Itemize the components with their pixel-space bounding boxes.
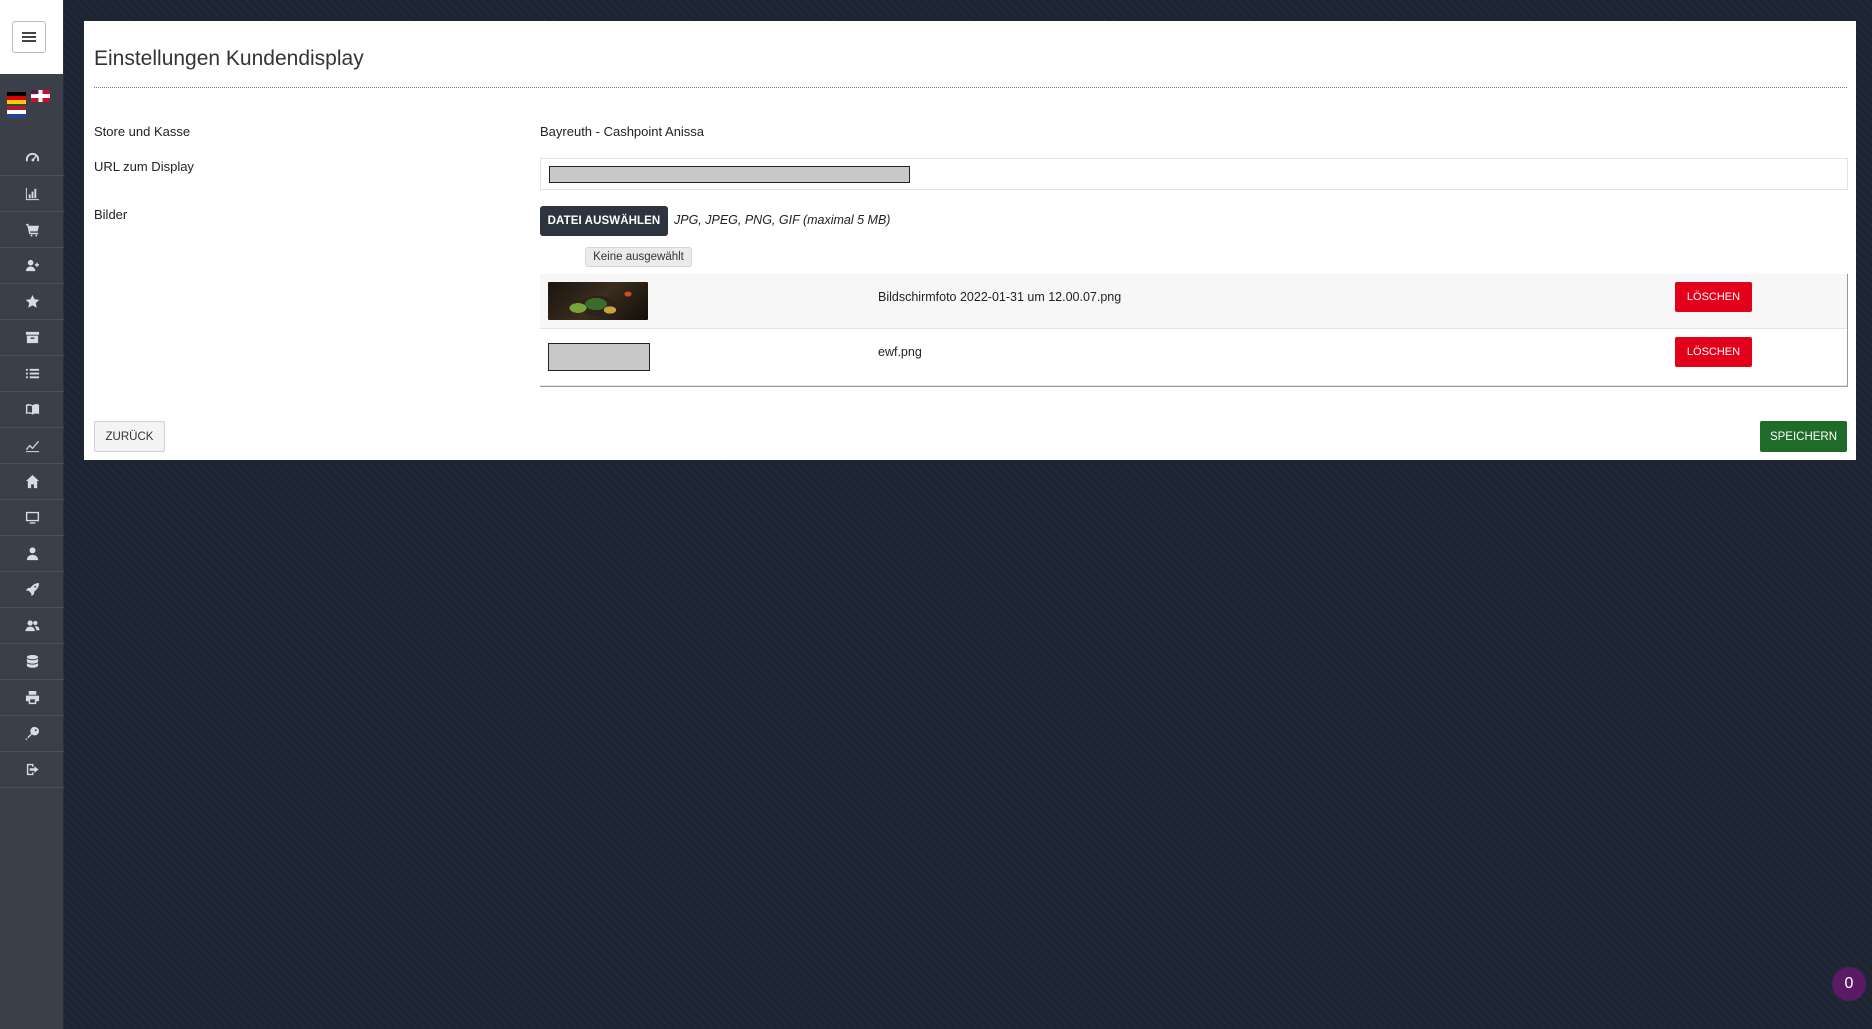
bar-chart-icon <box>25 187 39 201</box>
nav-trends[interactable] <box>0 428 64 464</box>
settings-panel: Einstellungen Kundendisplay Store und Ka… <box>84 21 1856 460</box>
printer-icon <box>25 690 39 705</box>
nav-statistics[interactable] <box>0 176 64 212</box>
book-icon <box>25 404 39 415</box>
nav-users[interactable] <box>0 608 64 644</box>
nav-display[interactable] <box>0 500 64 536</box>
sidebar <box>0 0 64 1029</box>
monitor-icon <box>25 511 39 524</box>
counter-badge[interactable]: 0 <box>1832 967 1866 1001</box>
store-value: Bayreuth - Cashpoint Anissa <box>540 124 705 139</box>
nav-database[interactable] <box>0 644 64 680</box>
image-filename: Bildschirmfoto 2022-01-31 um 12.00.07.pn… <box>878 290 1122 304</box>
star-icon <box>25 294 39 308</box>
key-icon <box>24 726 39 741</box>
sidebar-header <box>0 0 63 74</box>
nav-home[interactable] <box>0 464 64 500</box>
home-icon <box>25 474 39 489</box>
hamburger-icon <box>22 32 36 42</box>
url-label: URL zum Display <box>94 159 194 174</box>
nav-launch[interactable] <box>0 572 64 608</box>
nav-print[interactable] <box>0 680 64 716</box>
store-label: Store und Kasse <box>94 124 191 139</box>
image-table: Bildschirmfoto 2022-01-31 um 12.00.07.pn… <box>540 274 1848 387</box>
line-chart-icon <box>25 440 39 453</box>
table-row: ewf.png LÖSCHEN <box>540 329 1847 386</box>
dashboard-icon <box>25 152 39 162</box>
images-label: Bilder <box>94 207 128 222</box>
nav-favorites[interactable] <box>0 284 64 320</box>
delete-image-button[interactable]: LÖSCHEN <box>1675 337 1752 367</box>
nav-dashboard[interactable] <box>0 140 64 176</box>
back-button[interactable]: ZURÜCK <box>94 421 165 452</box>
sidebar-nav <box>0 140 64 788</box>
rocket-icon <box>25 582 39 597</box>
table-row: Bildschirmfoto 2022-01-31 um 12.00.07.pn… <box>540 274 1847 329</box>
archive-icon <box>25 331 39 344</box>
menu-toggle-button[interactable] <box>12 21 46 53</box>
user-icon <box>26 547 38 561</box>
nav-user[interactable] <box>0 536 64 572</box>
add-user-icon <box>25 259 39 272</box>
page-title: Einstellungen Kundendisplay <box>94 47 364 70</box>
choose-file-button[interactable]: DATEI AUSWÄHLEN <box>540 206 668 236</box>
nav-add-user[interactable] <box>0 248 64 284</box>
nav-book[interactable] <box>0 392 64 428</box>
language-flags <box>6 90 56 120</box>
nav-archive[interactable] <box>0 320 64 356</box>
nav-keys[interactable] <box>0 716 64 752</box>
database-icon <box>26 654 38 668</box>
image-thumbnail <box>548 282 648 320</box>
cart-icon <box>25 223 39 237</box>
no-file-tooltip: Keine ausgewählt <box>585 247 692 267</box>
logout-icon <box>26 763 39 776</box>
image-filename: ewf.png <box>878 345 922 359</box>
flag-de-icon[interactable] <box>7 92 26 104</box>
flag-nl-icon[interactable] <box>7 106 26 118</box>
users-icon <box>24 620 40 632</box>
nav-shop[interactable] <box>0 212 64 248</box>
save-button[interactable]: SPEICHERN <box>1760 421 1847 452</box>
file-format-hint: JPG, JPEG, PNG, GIF (maximal 5 MB) <box>674 213 891 227</box>
image-thumbnail <box>548 343 650 371</box>
delete-image-button[interactable]: LÖSCHEN <box>1675 282 1752 312</box>
nav-logout[interactable] <box>0 752 64 788</box>
url-field[interactable] <box>540 158 1848 190</box>
url-redacted-value <box>549 166 910 183</box>
flag-uk-icon[interactable] <box>31 90 50 102</box>
title-divider <box>94 87 1847 88</box>
list-icon <box>25 368 39 379</box>
nav-list[interactable] <box>0 356 64 392</box>
